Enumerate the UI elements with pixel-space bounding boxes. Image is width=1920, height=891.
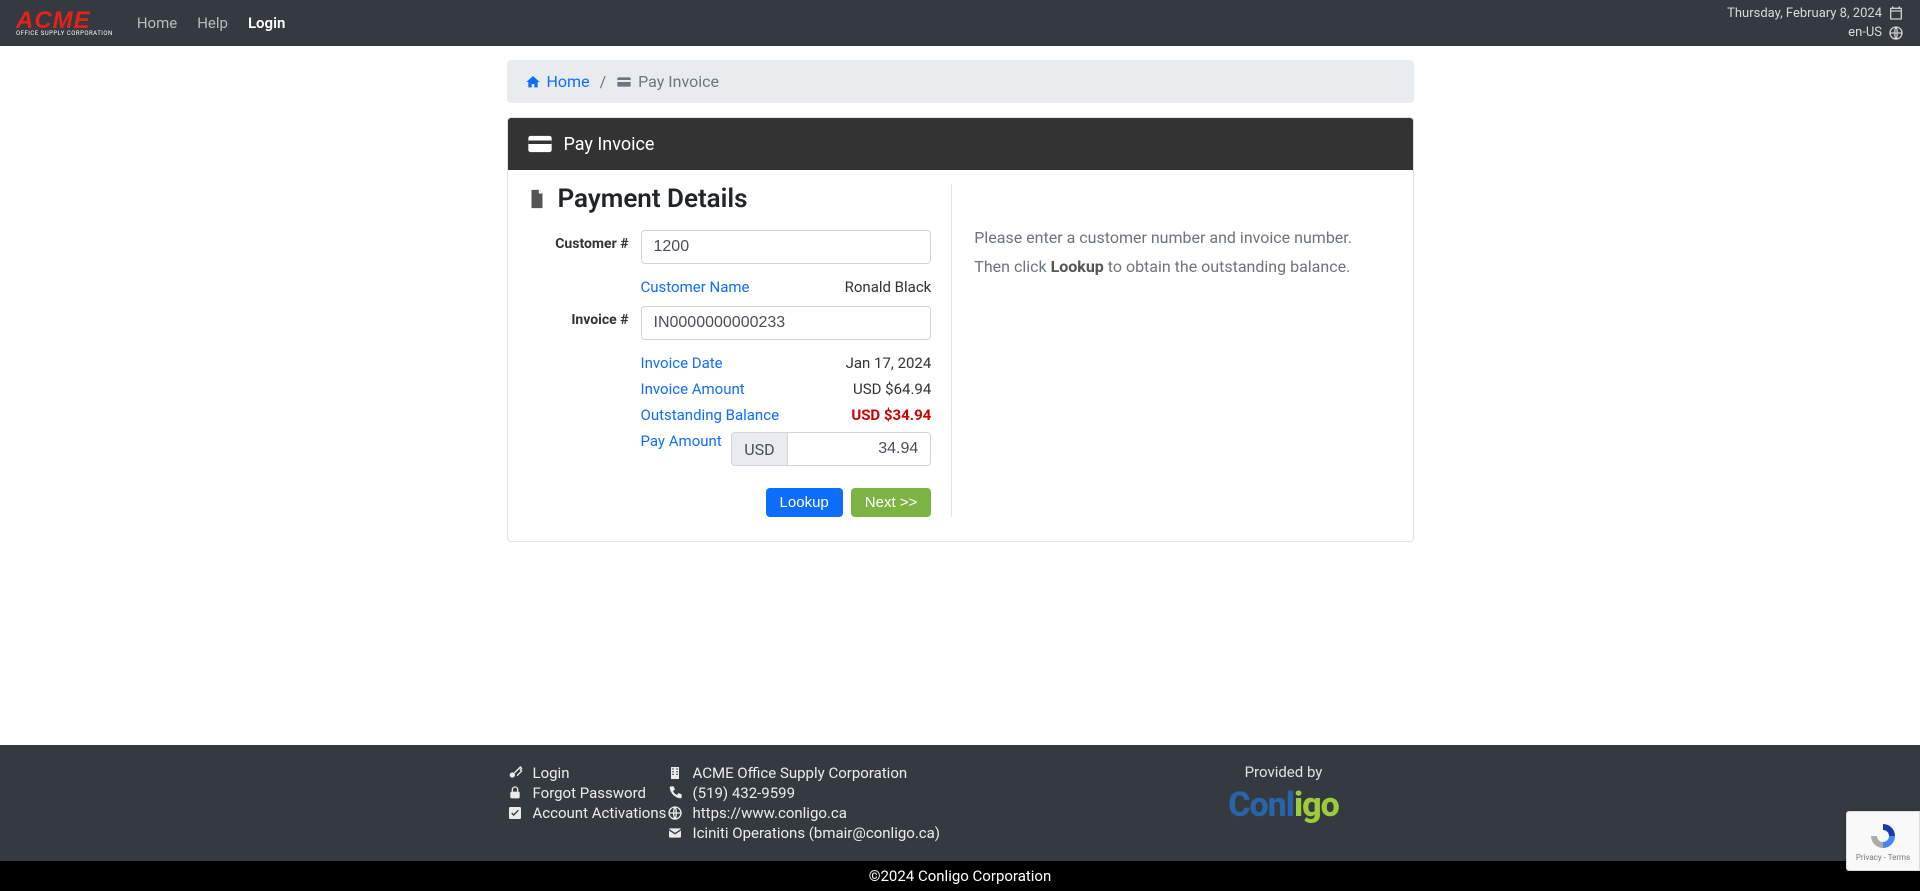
row-invoice-amount: Invoice Amount USD $64.94 [641, 374, 932, 400]
help-line-2: Then click Lookup to obtain the outstand… [974, 257, 1394, 276]
header-locale[interactable]: en-US [1848, 23, 1882, 43]
nav-links: Home Help Login [137, 14, 286, 32]
footer-email-label: Iciniti Operations (bmair@conligo.ca) [693, 824, 941, 842]
brand-logo-subtext: OFFICE SUPPLY CORPORATION [16, 31, 113, 37]
provider-logo-part2: igo [1294, 785, 1339, 825]
help-text: Please enter a customer number and invoi… [951, 184, 1394, 517]
label-invoice-date[interactable]: Invoice Date [641, 354, 723, 372]
lock-icon [507, 785, 523, 801]
footer-phone[interactable]: (519) 432-9599 [667, 783, 1154, 803]
recaptcha-links: Privacy - Terms [1856, 853, 1910, 862]
recaptcha-terms[interactable]: Terms [1888, 853, 1910, 862]
phone-icon [667, 785, 683, 801]
home-icon [525, 74, 541, 90]
document-icon [526, 188, 548, 210]
footer-company: ACME Office Supply Corporation [667, 763, 1154, 783]
help-line-1: Please enter a customer number and invoi… [974, 228, 1394, 247]
invoice-no-input[interactable] [641, 306, 932, 340]
check-square-icon [507, 805, 523, 821]
footer-activations[interactable]: Account Activations [507, 803, 667, 823]
next-button[interactable]: Next >> [851, 488, 932, 517]
footer-email[interactable]: Iciniti Operations (bmair@conligo.ca) [667, 823, 1154, 843]
label-invoice-no: Invoice # [526, 306, 641, 328]
navbar: ACME OFFICE SUPPLY CORPORATION Home Help… [0, 0, 1920, 46]
value-invoice-date: Jan 17, 2024 [846, 354, 932, 372]
provider-logo-part1: Conl [1228, 785, 1294, 825]
breadcrumb: Home / Pay Invoice [507, 60, 1414, 103]
subfooter: ©2024 Conligo Corporation [0, 861, 1920, 891]
brand-logo[interactable]: ACME OFFICE SUPPLY CORPORATION [16, 9, 113, 37]
footer-col-account: Login Forgot Password Account Activation… [507, 763, 667, 843]
header-date: Thursday, February 8, 2024 [1727, 4, 1882, 24]
breadcrumb-home[interactable]: Home [525, 72, 590, 91]
globe-icon[interactable] [1888, 25, 1904, 41]
pay-amount-group: USD [731, 432, 931, 466]
row-invoice-no: Invoice # [526, 306, 932, 340]
key-icon [507, 765, 523, 781]
provided-by-label: Provided by [1154, 763, 1414, 781]
credit-card-icon [526, 130, 554, 158]
label-customer-name[interactable]: Customer Name [641, 278, 750, 296]
footer-company-label: ACME Office Supply Corporation [693, 764, 908, 782]
footer-forgot-label: Forgot Password [533, 784, 647, 802]
globe-icon [667, 805, 683, 821]
card-header: Pay Invoice [508, 118, 1413, 170]
copyright: ©2024 Conligo Corporation [869, 867, 1052, 885]
footer-activations-label: Account Activations [533, 804, 667, 822]
footer-forgot-password[interactable]: Forgot Password [507, 783, 667, 803]
form-actions: Lookup Next >> [641, 488, 932, 517]
breadcrumb-home-label: Home [547, 72, 590, 91]
value-outstanding: USD $34.94 [851, 406, 931, 424]
building-icon [667, 765, 683, 781]
nav-help[interactable]: Help [197, 14, 228, 32]
help-line-2a: Then click [974, 257, 1050, 276]
row-outstanding: Outstanding Balance USD $34.94 [641, 400, 932, 426]
row-invoice-date: Invoice Date Jan 17, 2024 [641, 348, 932, 374]
breadcrumb-current-label: Pay Invoice [638, 72, 719, 91]
currency-prefix: USD [731, 432, 786, 466]
value-customer-name: Ronald Black [845, 278, 932, 296]
page-container: Home / Pay Invoice Pay Invoice Payment D… [507, 60, 1414, 705]
pay-amount-input[interactable] [787, 432, 932, 466]
help-line-2b: Lookup [1051, 257, 1104, 276]
envelope-icon [667, 825, 683, 841]
footer-login[interactable]: Login [507, 763, 667, 783]
section-title: Payment Details [526, 184, 932, 214]
lookup-button[interactable]: Lookup [766, 488, 843, 517]
label-outstanding[interactable]: Outstanding Balance [641, 406, 780, 424]
footer-col-provider: Provided by Conligo [1154, 763, 1414, 843]
nav-login[interactable]: Login [248, 14, 285, 32]
credit-card-icon [616, 74, 632, 90]
breadcrumb-separator: / [600, 72, 607, 91]
navbar-right: Thursday, February 8, 2024 en-US [1727, 4, 1904, 43]
calendar-icon [1888, 5, 1904, 21]
label-pay-amount[interactable]: Pay Amount [641, 432, 722, 466]
row-customer-name: Customer Name Ronald Black [641, 272, 932, 298]
recaptcha-privacy[interactable]: Privacy [1856, 853, 1882, 862]
payment-form: Payment Details Customer # Customer Name… [526, 184, 952, 517]
customer-no-input[interactable] [641, 230, 932, 264]
footer-phone-label: (519) 432-9599 [693, 784, 796, 802]
recaptcha-badge[interactable]: Privacy - Terms [1846, 811, 1920, 871]
footer-url[interactable]: https://www.conligo.ca [667, 803, 1154, 823]
footer-login-label: Login [533, 764, 570, 782]
section-title-text: Payment Details [558, 184, 748, 214]
breadcrumb-current: Pay Invoice [616, 72, 719, 91]
row-customer-no: Customer # [526, 230, 932, 264]
provider-logo[interactable]: Conligo [1228, 785, 1339, 825]
label-customer-no: Customer # [526, 230, 641, 252]
pay-invoice-card: Pay Invoice Payment Details Customer # C… [507, 117, 1414, 542]
help-line-2c: to obtain the outstanding balance. [1104, 257, 1351, 276]
nav-home[interactable]: Home [137, 14, 177, 32]
footer-col-contact: ACME Office Supply Corporation (519) 432… [667, 763, 1154, 843]
card-title: Pay Invoice [564, 134, 655, 155]
footer: Login Forgot Password Account Activation… [0, 745, 1920, 861]
recaptcha-icon [1868, 821, 1898, 851]
footer-url-label: https://www.conligo.ca [693, 804, 847, 822]
value-invoice-amount: USD $64.94 [853, 380, 931, 398]
row-pay-amount: Pay Amount USD [641, 426, 932, 468]
card-body: Payment Details Customer # Customer Name… [508, 170, 1413, 541]
label-invoice-amount[interactable]: Invoice Amount [641, 380, 745, 398]
